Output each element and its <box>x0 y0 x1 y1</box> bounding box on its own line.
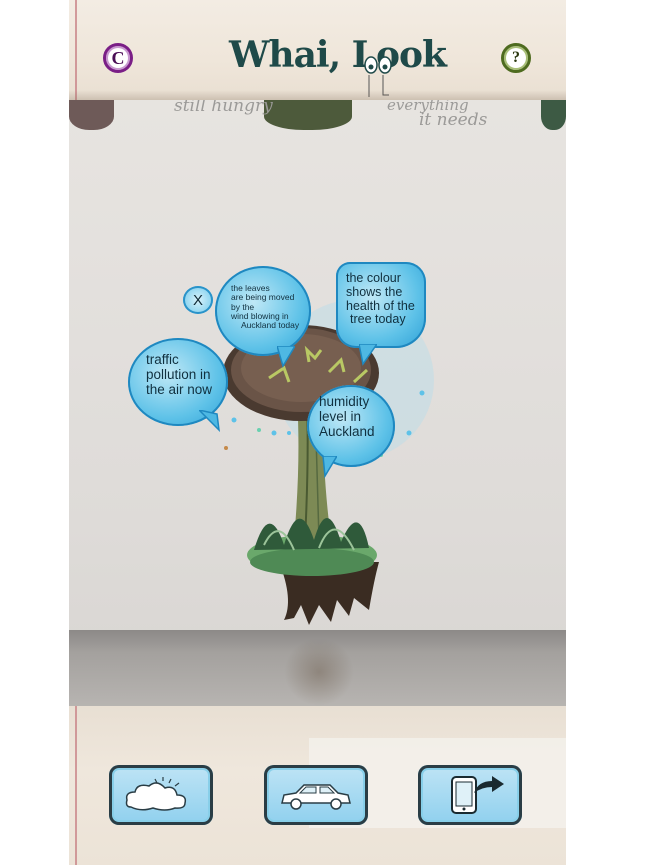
copyright-icon: C <box>111 47 125 68</box>
weather-button[interactable] <box>109 765 213 825</box>
health-bubble-tail <box>359 344 377 366</box>
notebook-margin-line <box>75 706 77 865</box>
pollution-bubble-line: the air now <box>146 381 213 397</box>
health-bubble-line: health of the <box>346 298 415 313</box>
share-button[interactable] <box>418 765 522 825</box>
camera-view[interactable]: still hungry everything it needs the lea… <box>69 100 566 706</box>
humidity-info-bubble[interactable]: humidity level in Auckland <box>307 385 395 467</box>
wind-info-bubble[interactable]: the leaves are being moved by the wind b… <box>215 266 311 356</box>
floor <box>69 630 566 706</box>
pollution-bubble-line: traffic <box>146 352 179 367</box>
copyright-button[interactable]: C <box>103 43 133 73</box>
car-icon <box>281 784 351 810</box>
header-bar: C Whai, Look ? <box>69 0 566 100</box>
humidity-bubble-tail <box>322 456 337 478</box>
cloud-icon <box>125 777 187 811</box>
health-bubble-line: shows the <box>346 284 403 299</box>
bottom-toolbar <box>69 706 566 865</box>
close-bubbles-button[interactable]: X <box>183 286 213 314</box>
traffic-button[interactable] <box>264 765 368 825</box>
tree-health-info-bubble[interactable]: the colour shows the health of the tree … <box>336 262 426 348</box>
notebook-margin-line <box>75 0 77 100</box>
pollution-bubble-tail <box>199 410 221 432</box>
health-bubble-line: tree today <box>350 312 406 327</box>
humidity-bubble-line: level in <box>319 408 362 424</box>
help-icon: ? <box>512 49 520 66</box>
header-shadow <box>69 90 566 100</box>
wind-bubble-tail <box>277 346 295 368</box>
humidity-bubble-line: Auckland <box>319 423 375 439</box>
health-bubble-line: the colour <box>346 271 401 285</box>
wind-bubble-line: Auckland today <box>241 320 300 331</box>
tablet-share-icon <box>451 776 504 814</box>
floor-reflection <box>284 638 354 706</box>
close-icon: X <box>192 291 203 309</box>
pollution-bubble-line: pollution in <box>146 366 211 382</box>
humidity-bubble-line: humidity <box>319 394 370 409</box>
help-button[interactable]: ? <box>501 43 531 73</box>
app-frame: C Whai, Look ? still hungry everything i… <box>69 0 566 865</box>
